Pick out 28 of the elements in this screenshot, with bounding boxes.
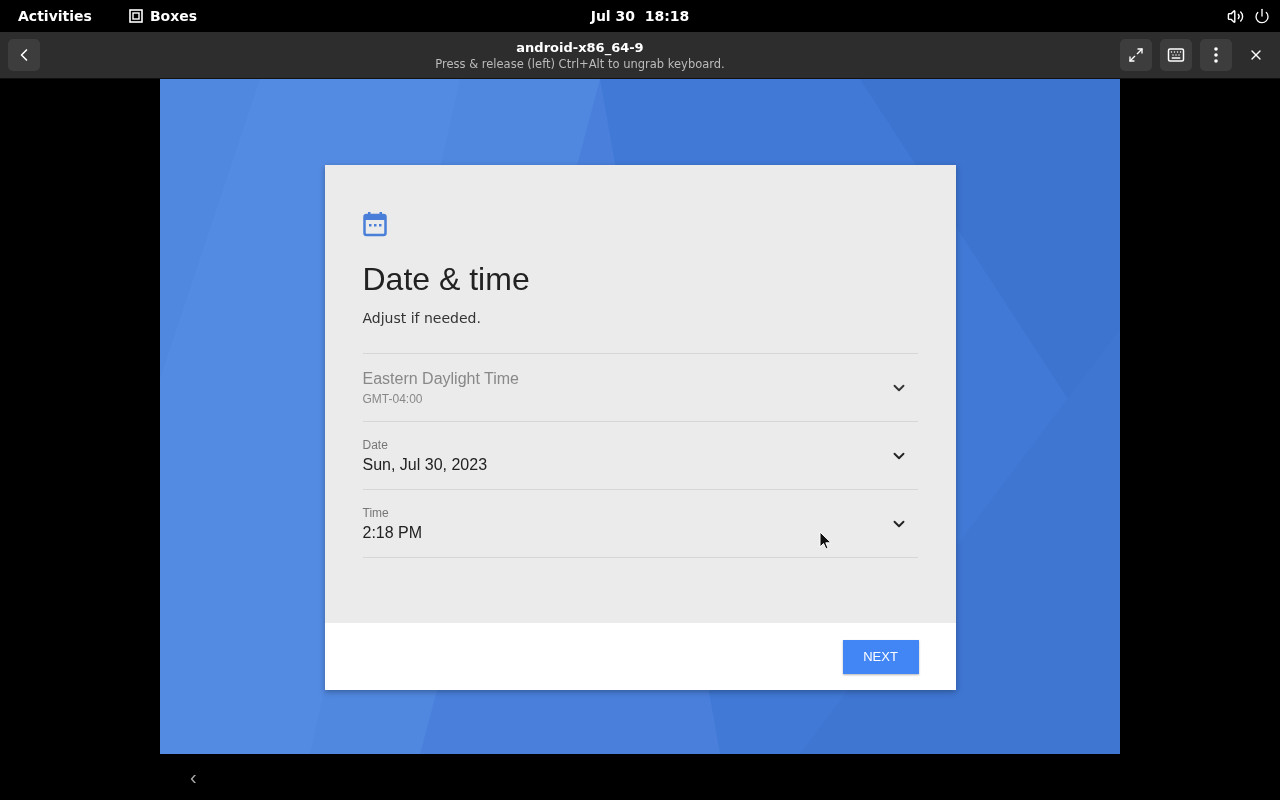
app-name: Boxes [149,8,198,24]
activities-button[interactable]: Activities [18,8,92,24]
expand-icon [1128,47,1144,63]
menu-button[interactable] [1200,39,1232,71]
field-value: Sun, Jul 30, 2023 [362,455,488,474]
clock[interactable]: Jul 30 18:18 [590,8,690,24]
next-button[interactable]: NEXT [842,639,919,674]
field-label: Time [362,505,390,520]
mouse-pointer-icon [819,531,832,550]
timezone-offset: GMT-04:00 [362,391,424,406]
boxes-icon [127,8,144,24]
calendar-icon [362,211,387,237]
nav-back-button[interactable]: ‹ [188,765,199,789]
window-title: android-x86_64-9 [516,39,644,55]
field-value: 2:18 PM [362,523,423,542]
timezone-name: Eastern Daylight Time [362,369,519,388]
back-button[interactable] [8,39,40,71]
field-label: Date [362,437,389,452]
page-description: Adjust if needed. [362,310,482,326]
fullscreen-button[interactable] [1120,39,1152,71]
volume-icon[interactable] [1227,7,1244,25]
menu-icon [1214,47,1218,63]
app-menu[interactable]: Boxes [127,8,198,24]
power-icon[interactable] [1254,8,1270,24]
window-subtitle: Press & release (left) Ctrl+Alt to ungrab keyboard. [435,56,725,71]
keyboard-button[interactable] [1160,39,1192,71]
page-title: Date & time [362,261,531,298]
keyboard-icon [1167,46,1185,64]
